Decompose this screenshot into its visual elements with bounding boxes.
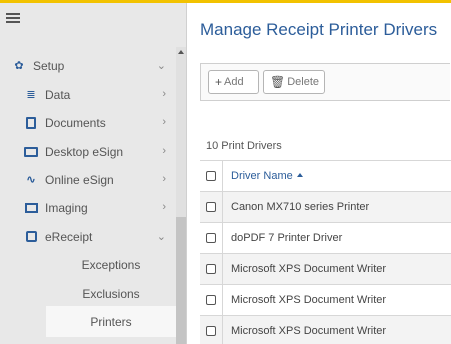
scroll-up-icon[interactable] (178, 50, 184, 54)
chevron-right-icon: › (162, 201, 166, 213)
sidebar-item-ereceipt[interactable]: eReceipt ⌄ (0, 221, 176, 252)
sidebar-item-desktop-esign[interactable]: Desktop eSign › (0, 136, 176, 167)
sidebar-item-label: Data (45, 87, 71, 102)
database-icon: ≣ (26, 89, 36, 101)
row-checkbox[interactable] (206, 233, 216, 243)
sidebar-subitem-label: Exceptions (81, 257, 141, 272)
driver-name-cell: Microsoft XPS Document Writer (231, 325, 387, 337)
chevron-right-icon: › (162, 173, 166, 185)
sidebar-subitem-printers[interactable]: Printers (46, 306, 176, 337)
row-checkbox[interactable] (206, 295, 216, 305)
table-header-row: Driver Name (200, 160, 451, 191)
sidebar-item-label: Documents (45, 115, 106, 130)
sidebar-item-setup[interactable]: ✿ Setup ⌄ (0, 50, 176, 81)
sidebar-item-label: Desktop eSign (45, 144, 124, 159)
row-checkbox[interactable] (206, 202, 216, 212)
signature-icon: ∿ (26, 174, 36, 186)
hamburger-icon[interactable] (6, 13, 20, 25)
chevron-right-icon: › (162, 88, 166, 100)
sidebar-item-label: Setup (33, 58, 65, 73)
column-header-driver-name[interactable]: Driver Name (231, 170, 303, 182)
table-row[interactable]: Microsoft XPS Document Writer (200, 315, 451, 344)
chevron-right-icon: › (162, 145, 166, 157)
sidebar-item-label: Imaging (45, 200, 88, 215)
table-row[interactable]: Microsoft XPS Document Writer (200, 284, 451, 315)
row-checkbox[interactable] (206, 326, 216, 336)
image-icon (24, 202, 38, 213)
sidebar-subitem-label: Printers (90, 314, 132, 329)
monitor-icon (24, 146, 38, 157)
add-button[interactable]: + Add (208, 70, 259, 94)
toolbar: + Add 🗑 Delete (200, 63, 450, 101)
chevron-down-icon: ⌄ (156, 231, 166, 243)
driver-name-cell: doPDF 7 Printer Driver (231, 232, 343, 244)
sidebar-subitem-exclusions[interactable]: Exclusions (46, 278, 176, 309)
sidebar-scroll-thumb[interactable] (176, 217, 186, 344)
sidebar-item-label: Online eSign (45, 172, 114, 187)
driver-name-cell: Microsoft XPS Document Writer (231, 294, 387, 306)
sidebar-item-imaging[interactable]: Imaging › (0, 192, 176, 223)
sidebar-item-online-esign[interactable]: ∿ Online eSign › (0, 164, 176, 195)
sidebar-item-label: eReceipt (45, 229, 93, 244)
trash-icon: 🗑 (270, 75, 286, 89)
plus-icon: + (215, 75, 223, 89)
select-all-checkbox[interactable] (206, 171, 216, 181)
sort-ascending-icon (296, 173, 303, 177)
driver-name-cell: Microsoft XPS Document Writer (231, 263, 387, 275)
sidebar-subitem-label: Exclusions (82, 286, 140, 301)
sidebar-subitem-exceptions[interactable]: Exceptions (46, 249, 176, 280)
sidebar: ✿ Setup ⌄ ≣ Data › Documents › Desktop e… (0, 3, 187, 344)
row-checkbox[interactable] (206, 264, 216, 274)
gear-icon: ✿ (14, 60, 24, 72)
sidebar-item-documents[interactable]: Documents › (0, 107, 176, 138)
driver-name-cell: Canon MX710 series Printer (231, 201, 370, 213)
table-row[interactable]: Microsoft XPS Document Writer (200, 253, 451, 284)
chevron-down-icon: ⌄ (156, 60, 166, 72)
page-title: Manage Receipt Printer Drivers (200, 20, 438, 39)
add-button-label: Add (224, 76, 244, 88)
driver-count: 10 Print Drivers (206, 140, 282, 152)
table-row[interactable]: Canon MX710 series Printer (200, 191, 451, 222)
delete-button[interactable]: 🗑 Delete (263, 70, 325, 94)
receipt-icon (25, 231, 37, 242)
main-content: Manage Receipt Printer Drivers + Add 🗑 D… (188, 3, 451, 344)
sidebar-item-data[interactable]: ≣ Data › (0, 79, 176, 110)
document-icon (26, 116, 36, 129)
delete-button-label: Delete (287, 76, 320, 88)
chevron-right-icon: › (162, 116, 166, 128)
table-row[interactable]: doPDF 7 Printer Driver (200, 222, 451, 253)
